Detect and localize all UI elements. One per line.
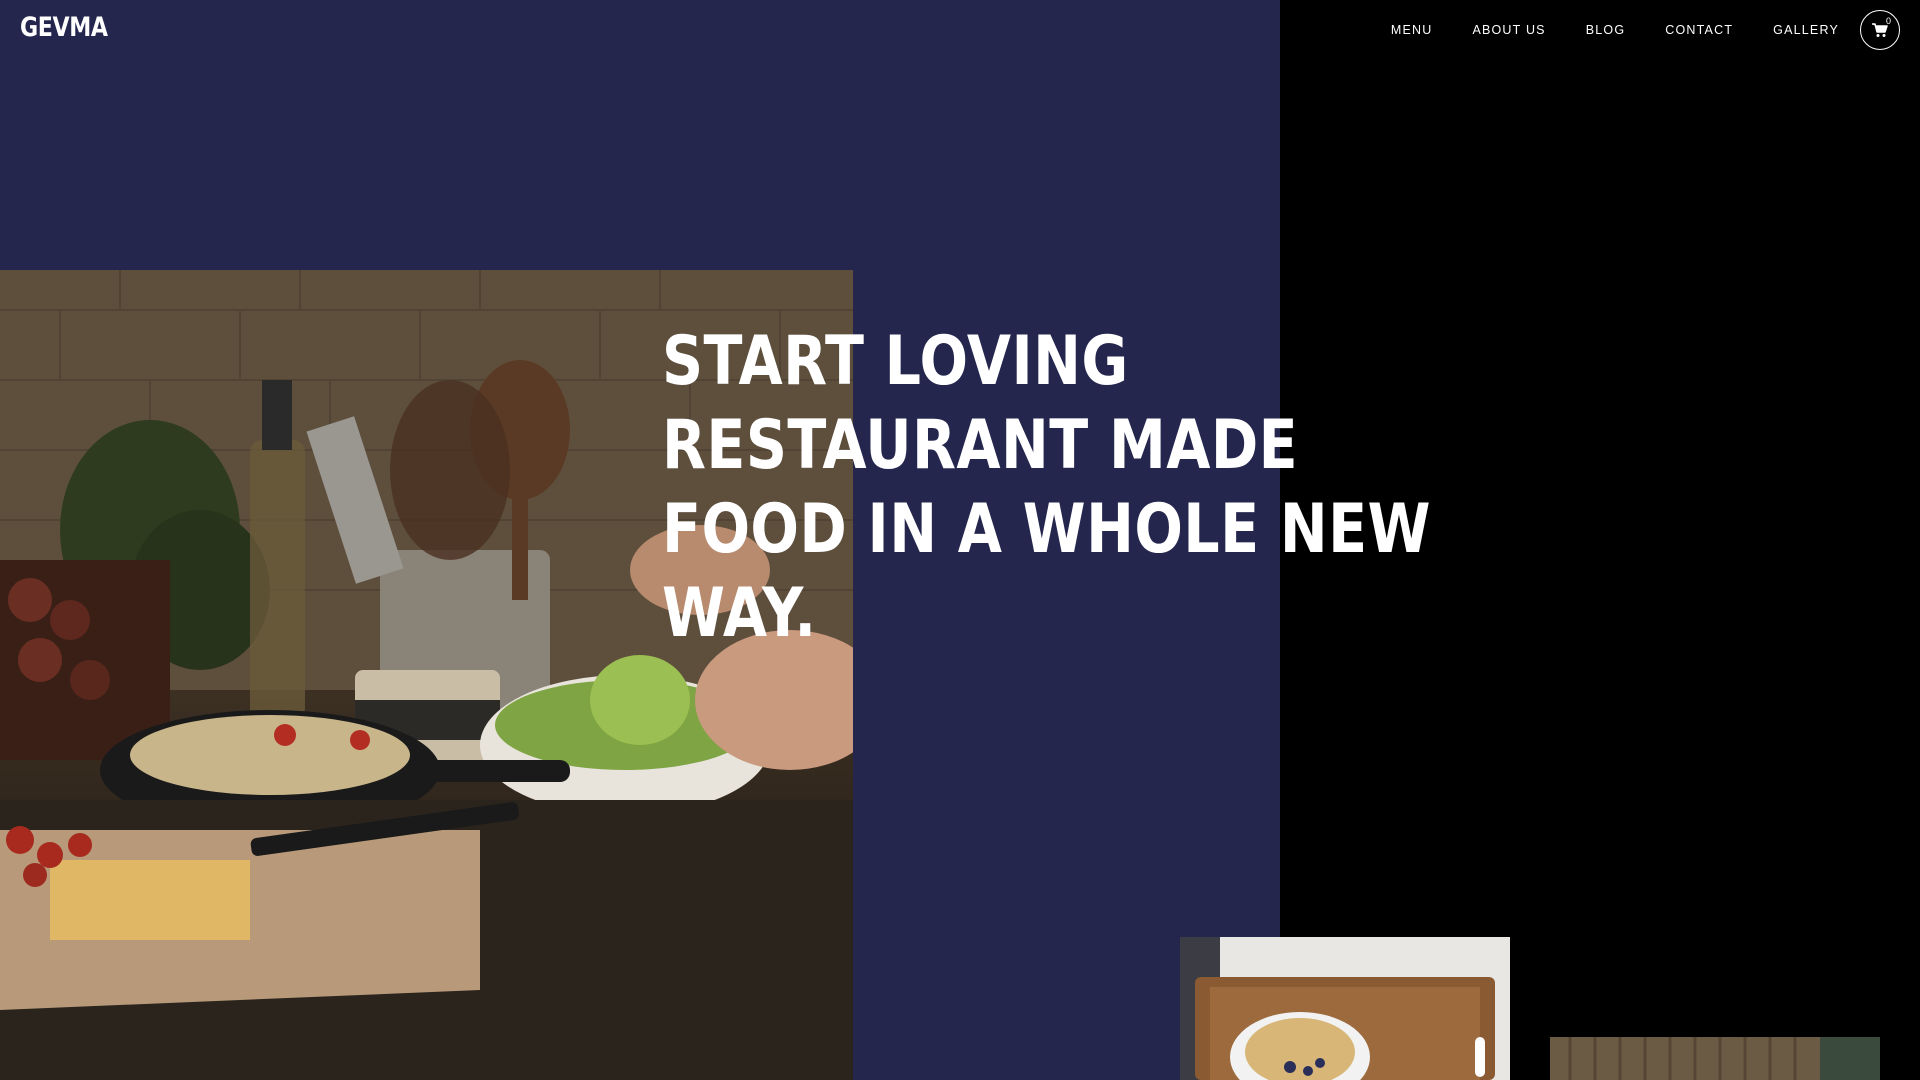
hero-headline: START LOVING RESTAURANT MADE FOOD IN A W… xyxy=(662,320,1431,656)
cart-count: 0 xyxy=(1885,16,1891,26)
cart-button[interactable]: 0 xyxy=(1860,10,1900,50)
breakfast-tray-illustration xyxy=(1180,937,1510,1080)
main-nav: MENU ABOUT US BLOG CONTACT GALLERY 0 xyxy=(1391,0,1920,60)
nav-item-blog[interactable]: BLOG xyxy=(1586,24,1626,37)
page: GEVMA MENU ABOUT US BLOG CONTACT GALLERY… xyxy=(0,0,1920,1080)
logo[interactable]: GEVMA xyxy=(20,12,108,43)
headline-line-4: WAY. xyxy=(662,574,817,653)
headline-line-1: START LOVING xyxy=(662,322,1129,401)
nav-item-contact[interactable]: CONTACT xyxy=(1665,24,1733,37)
gallery-thumb-interior[interactable] xyxy=(1550,1037,1880,1080)
headline-line-2: RESTAURANT MADE xyxy=(662,406,1299,485)
interior-illustration xyxy=(1550,1037,1880,1080)
nav-item-menu[interactable]: MENU xyxy=(1391,24,1433,37)
gallery-thumb-breakfast[interactable] xyxy=(1180,937,1510,1080)
nav-item-about-us[interactable]: ABOUT US xyxy=(1472,24,1545,37)
headline-line-3: FOOD IN A WHOLE NEW xyxy=(662,490,1431,569)
nav-item-gallery[interactable]: GALLERY xyxy=(1773,24,1839,37)
